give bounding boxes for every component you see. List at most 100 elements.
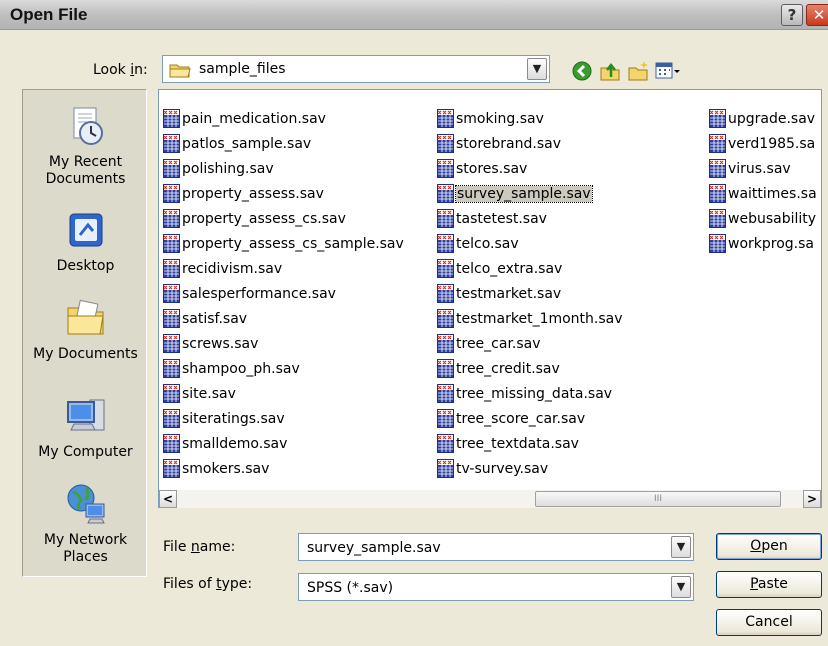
file-item[interactable]: tree_textdata.sav: [437, 431, 623, 456]
file-item[interactable]: survey_sample.sav: [437, 181, 623, 206]
file-item[interactable]: waittimes.sa: [709, 181, 817, 206]
spss-data-file-icon: [163, 184, 180, 203]
place-desktop[interactable]: Desktop: [23, 208, 148, 275]
file-item[interactable]: stores.sav: [437, 156, 623, 181]
file-item[interactable]: polishing.sav: [163, 156, 404, 181]
file-name-combobox[interactable]: survey_sample.sav ▼: [298, 533, 694, 561]
spss-data-file-icon: [437, 259, 454, 278]
file-item[interactable]: property_assess.sav: [163, 181, 404, 206]
file-item[interactable]: tastetest.sav: [437, 206, 623, 231]
spss-data-file-icon: [163, 434, 180, 453]
file-item[interactable]: tree_missing_data.sav: [437, 381, 623, 406]
file-name: tree_credit.sav: [456, 360, 560, 377]
file-item[interactable]: storebrand.sav: [437, 131, 623, 156]
new-folder-icon[interactable]: [627, 60, 649, 82]
file-item[interactable]: smoking.sav: [437, 106, 623, 131]
file-name: shampoo_ph.sav: [182, 360, 300, 377]
file-name: salesperformance.sav: [182, 285, 336, 302]
spss-data-file-icon: [709, 109, 726, 128]
file-item[interactable]: tree_credit.sav: [437, 356, 623, 381]
spss-data-file-icon: [709, 159, 726, 178]
file-item[interactable]: tv-survey.sav: [437, 456, 623, 481]
files-of-type-combobox[interactable]: SPSS (*.sav) ▼: [298, 573, 694, 601]
file-name: workprog.sa: [728, 235, 814, 252]
file-item[interactable]: webusability: [709, 206, 817, 231]
spss-data-file-icon: [163, 359, 180, 378]
close-button[interactable]: ✕: [806, 4, 828, 26]
back-icon[interactable]: [571, 60, 593, 82]
network-places-icon: [67, 484, 105, 524]
file-item[interactable]: site.sav: [163, 381, 404, 406]
file-item[interactable]: salesperformance.sav: [163, 281, 404, 306]
help-button[interactable]: ?: [781, 4, 803, 26]
file-item[interactable]: recidivism.sav: [163, 256, 404, 281]
file-name: tree_textdata.sav: [456, 435, 579, 452]
spss-data-file-icon: [709, 234, 726, 253]
file-list[interactable]: pain_medication.sav patlos_sample.sav poli…: [158, 89, 822, 508]
file-name: storebrand.sav: [456, 135, 561, 152]
file-item[interactable]: telco.sav: [437, 231, 623, 256]
file-item[interactable]: workprog.sa: [709, 231, 817, 256]
spss-data-file-icon: [437, 384, 454, 403]
place-label: Desktop: [56, 258, 115, 274]
file-name: recidivism.sav: [182, 260, 283, 277]
spss-data-file-icon: [163, 384, 180, 403]
up-one-level-icon[interactable]: [599, 60, 621, 82]
title-bar[interactable]: Open File ? ✕: [0, 0, 828, 30]
chevron-down-icon[interactable]: ▼: [527, 58, 547, 80]
file-item[interactable]: pain_medication.sav: [163, 106, 404, 131]
file-name: tree_score_car.sav: [456, 410, 586, 427]
file-name: property_assess_cs.sav: [182, 210, 346, 227]
file-item[interactable]: shampoo_ph.sav: [163, 356, 404, 381]
file-item[interactable]: verd1985.sa: [709, 131, 817, 156]
spss-data-file-icon: [709, 134, 726, 153]
file-name: property_assess.sav: [182, 185, 324, 202]
paste-button[interactable]: Paste: [716, 571, 822, 598]
cancel-button[interactable]: Cancel: [716, 609, 822, 636]
place-my-documents[interactable]: My Documents: [23, 296, 148, 363]
file-item[interactable]: siteratings.sav: [163, 406, 404, 431]
view-menu-icon[interactable]: [655, 60, 681, 82]
file-name-input[interactable]: survey_sample.sav: [307, 540, 441, 556]
file-column-2: smoking.sav storebrand.sav stores.sav surve…: [437, 106, 623, 481]
look-in-combobox[interactable]: sample_files ▼: [162, 55, 550, 83]
scroll-thumb[interactable]: III: [535, 491, 781, 507]
files-of-type-value: SPSS (*.sav): [307, 580, 394, 596]
place-my-network-places[interactable]: My Network Places: [23, 482, 148, 566]
place-label: My Documents: [33, 346, 138, 362]
spss-data-file-icon: [163, 309, 180, 328]
spss-data-file-icon: [437, 334, 454, 353]
file-item[interactable]: screws.sav: [163, 331, 404, 356]
spss-data-file-icon: [163, 109, 180, 128]
file-item[interactable]: virus.sav: [709, 156, 817, 181]
file-item[interactable]: smalldemo.sav: [163, 431, 404, 456]
scroll-left-button[interactable]: <: [159, 490, 177, 508]
spss-data-file-icon: [437, 209, 454, 228]
scroll-right-button[interactable]: >: [803, 490, 821, 508]
file-column-1: pain_medication.sav patlos_sample.sav poli…: [163, 106, 404, 481]
dialog-title: Open File: [10, 5, 88, 24]
file-item[interactable]: smokers.sav: [163, 456, 404, 481]
spss-data-file-icon: [163, 134, 180, 153]
open-button[interactable]: Open: [716, 533, 822, 560]
spss-data-file-icon: [709, 184, 726, 203]
spss-data-file-icon: [163, 209, 180, 228]
file-item[interactable]: satisf.sav: [163, 306, 404, 331]
file-item[interactable]: property_assess_cs.sav: [163, 206, 404, 231]
file-item[interactable]: testmarket.sav: [437, 281, 623, 306]
look-in-label: Look in:: [93, 62, 148, 78]
my-computer-icon: [66, 399, 104, 431]
place-my-recent-documents[interactable]: My Recent Documents: [23, 104, 148, 188]
file-item[interactable]: upgrade.sav: [709, 106, 817, 131]
file-item[interactable]: patlos_sample.sav: [163, 131, 404, 156]
chevron-down-icon[interactable]: ▼: [671, 536, 691, 558]
file-item[interactable]: tree_car.sav: [437, 331, 623, 356]
chevron-down-icon[interactable]: ▼: [671, 576, 691, 598]
file-item[interactable]: property_assess_cs_sample.sav: [163, 231, 404, 256]
spss-data-file-icon: [437, 184, 454, 203]
file-item[interactable]: telco_extra.sav: [437, 256, 623, 281]
file-item[interactable]: tree_score_car.sav: [437, 406, 623, 431]
file-item[interactable]: testmarket_1month.sav: [437, 306, 623, 331]
horizontal-scrollbar[interactable]: < III >: [159, 490, 821, 508]
place-my-computer[interactable]: My Computer: [23, 394, 148, 461]
